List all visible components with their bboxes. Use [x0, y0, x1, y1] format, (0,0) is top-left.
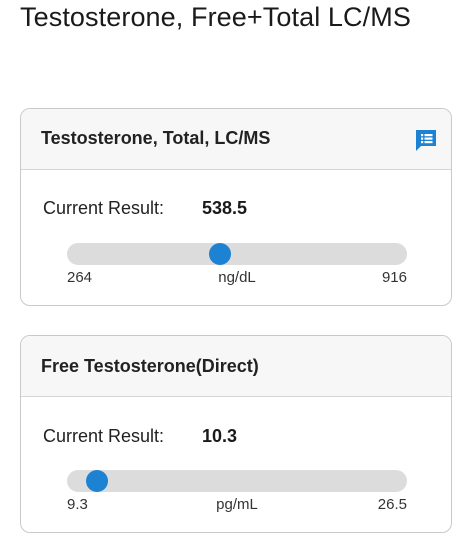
reference-range-bar [67, 243, 407, 265]
current-result-label: Current Result: [43, 426, 165, 446]
range-unit: pg/mL [216, 496, 258, 513]
card-header: Testosterone, Total, LC/MS [21, 109, 451, 170]
range-max: 916 [381, 269, 407, 286]
range-labels: 264 ng/dL 916 [67, 269, 407, 291]
result-card-free-testosterone[interactable]: Free Testosterone(Direct) Current Result… [20, 335, 452, 533]
range-min: 264 [67, 269, 93, 286]
result-marker [85, 470, 108, 492]
result-marker [209, 243, 231, 265]
current-result-label: Current Result: [43, 198, 165, 218]
card-header: Free Testosterone(Direct) [21, 336, 451, 397]
current-result-value: 538.5 [202, 198, 248, 218]
page-title: Testosterone, Free+Total LC/MS [20, 2, 411, 32]
result-card-total-testosterone[interactable]: Testosterone, Total, LC/MS Current Resul… [20, 108, 452, 306]
reference-range-bar [67, 470, 407, 492]
card-title: Testosterone, Total, LC/MS [41, 128, 271, 148]
range-unit: ng/dL [218, 269, 256, 286]
range-min: 9.3 [67, 496, 88, 513]
card-title: Free Testosterone(Direct) [41, 356, 259, 376]
notes-icon[interactable] [413, 127, 439, 153]
range-max: 26.5 [377, 496, 407, 513]
current-result-value: 10.3 [202, 426, 238, 446]
range-labels: 9.3 pg/mL 26.5 [67, 496, 407, 518]
